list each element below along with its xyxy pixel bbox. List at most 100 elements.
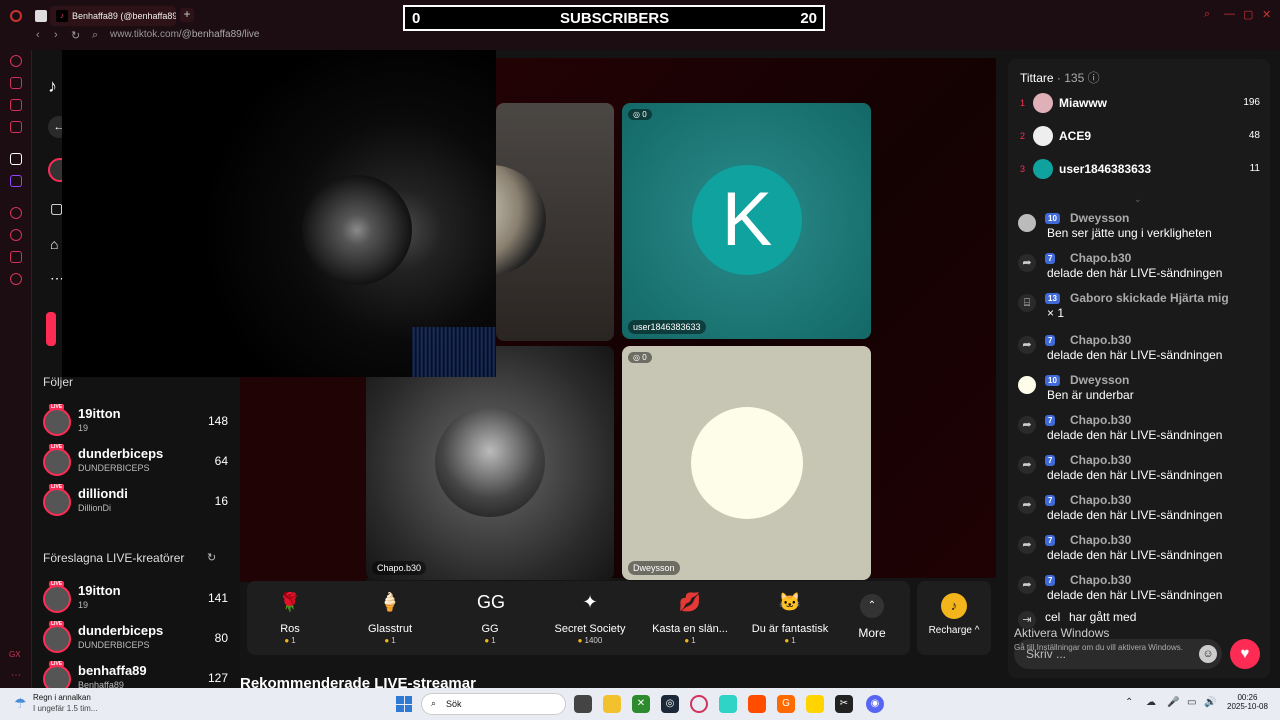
chat-username[interactable]: Chapo.b30 xyxy=(1070,533,1131,547)
viewer-count: 64 xyxy=(214,454,228,468)
more-icon[interactable]: ⋯ xyxy=(11,670,21,681)
chat-message[interactable]: ➦ 7 Chapo.b30 delade den här LIVE-sändni… xyxy=(1018,493,1264,529)
gift-item[interactable]: GG GG 1 xyxy=(442,589,538,645)
recharge-button[interactable]: ♪ Recharge ^ xyxy=(917,581,991,655)
chat-app-icon[interactable] xyxy=(719,695,737,713)
new-tab-button[interactable]: + xyxy=(180,8,194,22)
chat-text: delade den här LIVE-sändningen xyxy=(1047,508,1223,522)
chat-message[interactable]: ➦ 7 Chapo.b30 delade den här LIVE-sändni… xyxy=(1018,333,1264,369)
chat-message[interactable]: ➦ 7 Chapo.b30 delade den här LIVE-sändni… xyxy=(1018,251,1264,287)
cloud-icon[interactable]: ☁ xyxy=(1146,697,1156,708)
page-tab-icon[interactable] xyxy=(35,10,47,22)
url-bar[interactable]: www.tiktok.com/@benhaffa89/live xyxy=(110,29,260,40)
gift-item[interactable]: 🍦 Glasstrut 1 xyxy=(342,589,438,645)
chat-message[interactable]: ⌸ 13 Gaboro skickade Hjärta mig × 1 xyxy=(1018,291,1264,327)
xbox-icon[interactable]: ✕ xyxy=(632,695,650,713)
creator-item[interactable]: LIVE 19itton 19 141 xyxy=(43,581,228,619)
tiktok-logo-icon[interactable]: ♪ xyxy=(48,76,57,97)
top-viewer[interactable]: 2 ACE9 48 xyxy=(1020,126,1260,148)
expand-viewers-icon[interactable]: ⌄ xyxy=(1134,194,1142,205)
search-icon[interactable]: ⌕ xyxy=(1204,8,1210,21)
live-badge: LIVE xyxy=(49,661,65,667)
close-icon[interactable]: ✕ xyxy=(1262,8,1271,21)
tiktok-sidebar-icon[interactable] xyxy=(10,153,22,165)
chat-message[interactable]: 10 Dweysson Ben är underbar xyxy=(1018,373,1264,409)
clock[interactable]: 00:26 2025-10-08 xyxy=(1227,693,1268,711)
reload-icon[interactable]: ↻ xyxy=(71,29,80,42)
minimize-icon[interactable]: — xyxy=(1224,8,1235,20)
like-heart-button[interactable]: ♥ xyxy=(1230,639,1260,669)
back-icon[interactable]: ‹ xyxy=(36,29,40,41)
chat-message[interactable]: ➦ 7 Chapo.b30 delade den här LIVE-sändni… xyxy=(1018,453,1264,489)
messenger-icon[interactable] xyxy=(10,99,22,111)
discord-icon[interactable]: ◉ xyxy=(866,695,884,713)
chat-username[interactable]: Chapo.b30 xyxy=(1070,453,1131,467)
chevron-up-icon: ⌃ xyxy=(860,594,884,618)
gift-icon: 💋 xyxy=(678,592,702,612)
chat-username[interactable]: Chapo.b30 xyxy=(1070,573,1131,587)
help-icon[interactable]: ⓘ xyxy=(1088,71,1100,85)
chat-message[interactable]: ➦ 7 Chapo.b30 delade den här LIVE-sändni… xyxy=(1018,533,1264,569)
chat-message[interactable]: ➦ 7 Chapo.b30 delade den här LIVE-sändni… xyxy=(1018,573,1264,609)
start-button[interactable] xyxy=(396,696,412,712)
history-icon[interactable] xyxy=(10,55,22,67)
activation-sub: Gå till Inställningar om du vill aktiver… xyxy=(1014,643,1183,652)
emoji-icon[interactable]: ☺ xyxy=(1199,645,1217,663)
chat-message[interactable]: ➦ 7 Chapo.b30 delade den här LIVE-sändni… xyxy=(1018,413,1264,449)
chat-message[interactable]: 10 Dweysson Ben ser jätte ung i verkligh… xyxy=(1018,211,1264,247)
extensions-icon[interactable] xyxy=(10,251,22,263)
live-badge: LIVE xyxy=(49,621,65,627)
guest-tile-chapo[interactable]: Chapo.b30 xyxy=(366,346,614,580)
viewers-title[interactable]: Tittare · 135 ⓘ xyxy=(1020,69,1100,86)
file-explorer-icon[interactable] xyxy=(603,695,621,713)
chat-username[interactable]: Dweysson xyxy=(1070,211,1129,225)
login-button[interactable] xyxy=(46,312,56,346)
opera-gx-icon[interactable] xyxy=(690,695,708,713)
top-viewer[interactable]: 1 Miawww 196 xyxy=(1020,93,1260,115)
maximize-icon[interactable]: ▢ xyxy=(1243,8,1253,21)
browser-app-icon[interactable]: G xyxy=(777,695,795,713)
player-icon[interactable] xyxy=(10,207,22,219)
opera-logo-icon[interactable] xyxy=(10,10,22,22)
creator-item[interactable]: LIVE dilliondi DillionDi 16 xyxy=(43,484,228,522)
microphone-icon[interactable]: 🎤 xyxy=(1167,697,1179,708)
mail-icon[interactable] xyxy=(10,121,22,133)
opera-sidebar: GX ⋯ xyxy=(0,50,32,688)
forward-icon[interactable]: › xyxy=(54,29,58,41)
chat-username[interactable]: Chapo.b30 xyxy=(1070,413,1131,427)
app-icon[interactable] xyxy=(748,695,766,713)
refresh-icon[interactable]: ↻ xyxy=(207,551,216,564)
clock-icon[interactable] xyxy=(10,229,22,241)
chat-username[interactable]: Dweysson xyxy=(1070,373,1129,387)
capcut-icon[interactable]: ✂ xyxy=(835,695,853,713)
gift-item[interactable]: 🐱 Du är fantastisk 1 xyxy=(742,589,838,645)
app-icon[interactable] xyxy=(806,695,824,713)
chevron-up-icon[interactable]: ⌃ xyxy=(1125,697,1133,708)
steam-icon[interactable]: ◎ xyxy=(661,695,679,713)
gift-item[interactable]: ✦ Secret Society 1400 xyxy=(542,589,638,645)
guest-tile-user1846383633[interactable]: ◎ 0 K user1846383633 xyxy=(622,103,871,339)
gift-item[interactable]: 💋 Kasta en slän... 1 xyxy=(642,589,738,645)
more-gifts-button[interactable]: ⌃ More xyxy=(850,594,894,640)
gift-item[interactable]: 🌹 Ros 1 xyxy=(242,589,338,645)
guest-tile-host-partial[interactable] xyxy=(496,103,614,341)
task-view-icon[interactable] xyxy=(574,695,592,713)
active-tab[interactable]: ♪ Benhaffa89 (@benhaffa89) live xyxy=(50,6,176,26)
creator-item[interactable]: LIVE dunderbiceps DUNDERBICEPS 64 xyxy=(43,444,228,482)
network-icon[interactable]: ▭ xyxy=(1187,697,1196,708)
chat-username[interactable]: Chapo.b30 xyxy=(1070,493,1131,507)
taskbar-search[interactable]: ⌕ Sök xyxy=(421,693,566,715)
share-icon: ➦ xyxy=(1018,456,1036,474)
top-viewer[interactable]: 3 user1846383633 11 xyxy=(1020,159,1260,181)
settings-icon[interactable] xyxy=(10,273,22,285)
creator-item[interactable]: LIVE dunderbiceps DUNDERBICEPS 80 xyxy=(43,621,228,659)
chat-username[interactable]: Chapo.b30 xyxy=(1070,333,1131,347)
twitch-icon[interactable] xyxy=(10,175,22,187)
chat-username[interactable]: Chapo.b30 xyxy=(1070,251,1131,265)
chat-username[interactable]: Gaboro skickade Hjärta mig xyxy=(1070,291,1229,305)
home-icon[interactable]: ⌂ xyxy=(50,236,58,252)
creator-item[interactable]: LIVE 19itton 19 148 xyxy=(43,404,228,442)
guest-tile-dweysson[interactable]: ◎ 0 Dweysson xyxy=(622,346,871,580)
volume-icon[interactable]: 🔊 xyxy=(1204,697,1216,708)
bag-icon[interactable] xyxy=(10,77,22,89)
